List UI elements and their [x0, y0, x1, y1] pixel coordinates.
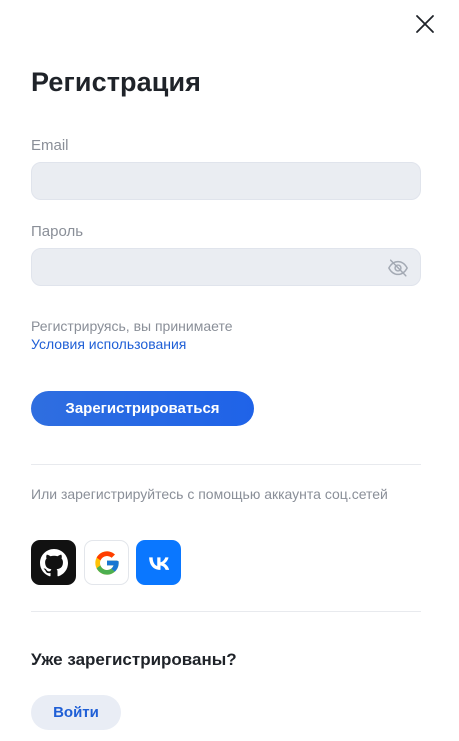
login-button[interactable]: Войти — [31, 695, 121, 730]
close-icon — [416, 15, 434, 33]
password-field[interactable] — [32, 249, 420, 285]
google-login-button[interactable] — [84, 540, 129, 585]
close-button[interactable] — [413, 12, 437, 36]
page-title: Регистрация — [31, 67, 201, 97]
vk-icon — [148, 556, 169, 570]
password-label: Пароль — [31, 223, 84, 240]
google-icon — [94, 550, 119, 575]
social-prompt: Или зарегистрируйтесь с помощью аккаунта… — [31, 486, 388, 502]
password-field-wrapper — [31, 248, 421, 286]
email-label: Email — [31, 137, 69, 154]
vk-login-button[interactable] — [136, 540, 181, 585]
github-login-button[interactable] — [31, 540, 76, 585]
terms-link[interactable]: Условия использования — [31, 335, 186, 354]
already-registered-heading: Уже зарегистрированы? — [31, 650, 237, 669]
email-field-wrapper — [31, 162, 421, 200]
divider — [31, 611, 421, 612]
email-field[interactable] — [32, 163, 420, 199]
divider — [31, 464, 421, 465]
terms-text: Регистрируясь, вы принимаете — [31, 318, 233, 334]
eye-off-icon — [388, 259, 408, 277]
github-icon — [39, 548, 68, 576]
register-button[interactable]: Зарегистрироваться — [31, 391, 254, 426]
toggle-password-visibility-button[interactable] — [387, 257, 409, 279]
